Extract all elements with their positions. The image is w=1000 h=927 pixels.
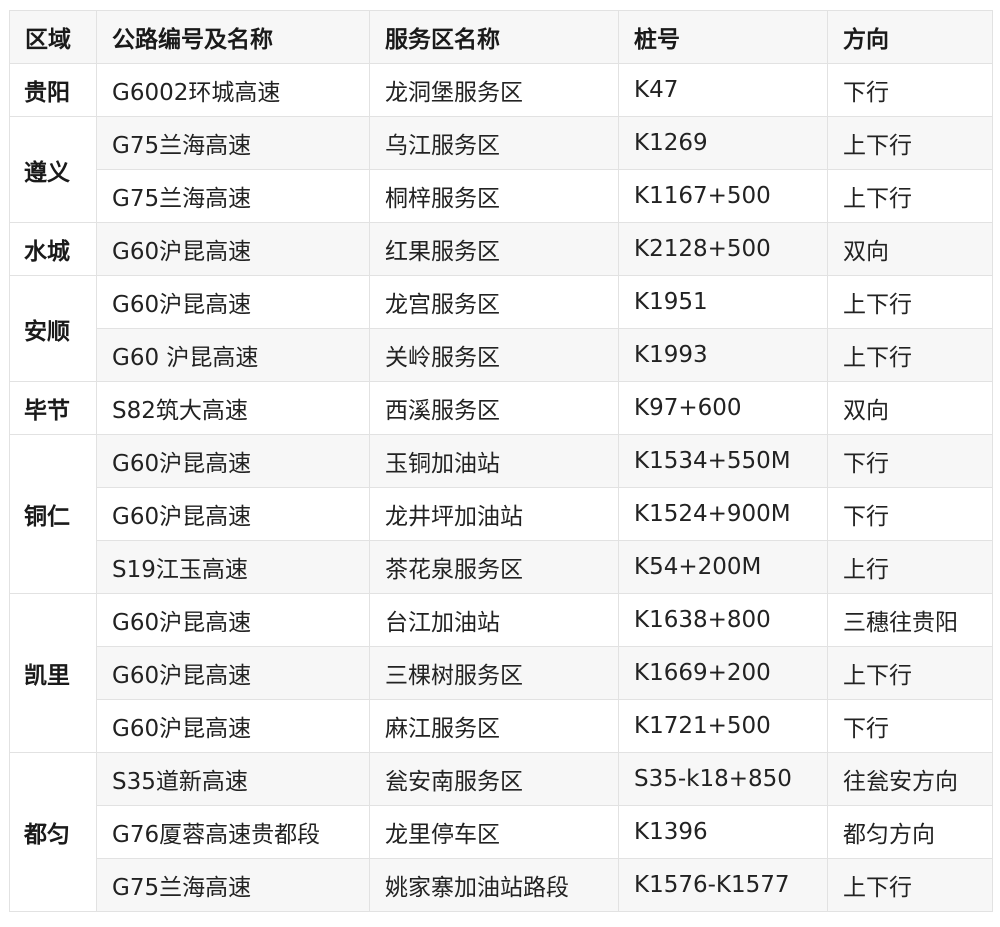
table-row: 水城 G60沪昆高速 红果服务区 K2128+500 双向 [9,222,993,276]
table-row: G60沪昆高速 龙井坪加油站 K1524+900M 下行 [10,487,993,541]
table-row: 遵义 G75兰海高速 乌江服务区 K1269 上下行 [9,116,993,223]
service-area-cell: 玉铜加油站 [369,434,619,488]
header-row: 区域 公路编号及名称 服务区名称 桩号 方向 [9,10,993,64]
highway-cell: G6002环城高速 [96,63,370,117]
header-region: 区域 [9,10,97,64]
highway-cell: G75兰海高速 [96,169,370,223]
region-cell: 凯里 [9,593,97,753]
highway-cell: G60沪昆高速 [96,434,370,488]
service-area-cell: 龙宫服务区 [369,275,619,329]
service-area-cell: 西溪服务区 [369,381,619,435]
stake-cell: K1269 [618,116,828,170]
stake-cell: K1524+900M [618,487,828,541]
stake-cell: K1721+500 [618,699,828,753]
region-cell: 安顺 [9,275,97,382]
highway-cell: G75兰海高速 [96,858,370,912]
stake-cell: K1669+200 [618,646,828,700]
table-header: 区域 公路编号及名称 服务区名称 桩号 方向 [9,10,993,64]
header-stake: 桩号 [618,10,828,64]
service-area-cell: 茶花泉服务区 [369,540,619,594]
table-row: G76厦蓉高速贵都段 龙里停车区 K1396 都匀方向 [10,805,993,859]
direction-cell: 往瓮安方向 [827,752,993,806]
table-row: G75兰海高速 桐梓服务区 K1167+500 上下行 [10,169,993,223]
service-area-cell: 关岭服务区 [369,328,619,382]
region-cell: 贵阳 [9,63,97,117]
direction-cell: 上下行 [827,116,993,170]
service-area-cell: 姚家寨加油站路段 [369,858,619,912]
highway-cell: S82筑大高速 [96,381,370,435]
service-area-cell: 桐梓服务区 [369,169,619,223]
stake-cell: K97+600 [618,381,828,435]
service-area-cell: 麻江服务区 [369,699,619,753]
highway-cell: S35道新高速 [96,752,370,806]
header-direction: 方向 [827,10,993,64]
service-area-cell: 龙洞堡服务区 [369,63,619,117]
region-cell: 都匀 [9,752,97,912]
table-row: S19江玉高速 茶花泉服务区 K54+200M 上行 [10,540,993,594]
stake-cell: K1396 [618,805,828,859]
direction-cell: 下行 [827,487,993,541]
direction-cell: 三穗往贵阳 [827,593,993,647]
stake-cell: K1576-K1577 [618,858,828,912]
highway-cell: G60沪昆高速 [96,275,370,329]
highway-cell: G60沪昆高速 [96,699,370,753]
header-highway: 公路编号及名称 [96,10,370,64]
direction-cell: 都匀方向 [827,805,993,859]
table-row: 安顺 G60沪昆高速 龙宫服务区 K1951 上下行 [9,275,993,382]
table-row: 贵阳 G6002环城高速 龙洞堡服务区 K47 下行 [9,63,993,117]
table-row: G60沪昆高速 麻江服务区 K1721+500 下行 [10,699,993,753]
highway-cell: G60 沪昆高速 [96,328,370,382]
direction-cell: 上下行 [827,275,993,329]
stake-cell: K1167+500 [618,169,828,223]
highway-cell: G60沪昆高速 [96,487,370,541]
direction-cell: 上下行 [827,858,993,912]
stake-cell: K47 [618,63,828,117]
highway-cell: G60沪昆高速 [96,646,370,700]
highway-cell: G75兰海高速 [96,116,370,170]
stake-cell: K1638+800 [618,593,828,647]
stake-cell: K1534+550M [618,434,828,488]
direction-cell: 双向 [827,222,993,276]
stake-cell: K54+200M [618,540,828,594]
service-area-cell: 红果服务区 [369,222,619,276]
region-cell: 遵义 [9,116,97,223]
table-row: 都匀 S35道新高速 瓮安南服务区 S35-k18+850 往瓮安方向 [9,752,993,912]
service-area-cell: 三棵树服务区 [369,646,619,700]
table-row: G60沪昆高速 三棵树服务区 K1669+200 上下行 [10,646,993,700]
table-row: 毕节 S82筑大高速 西溪服务区 K97+600 双向 [9,381,993,435]
highway-cell: G60沪昆高速 [96,593,370,647]
service-area-cell: 台江加油站 [369,593,619,647]
header-service-area: 服务区名称 [369,10,619,64]
service-area-table: 区域 公路编号及名称 服务区名称 桩号 方向 贵阳 G6002环城高速 龙洞堡服务区… [9,10,993,912]
service-area-cell: 龙井坪加油站 [369,487,619,541]
direction-cell: 下行 [827,699,993,753]
table-row: 凯里 G60沪昆高速 台江加油站 K1638+800 三穗往贵阳 [9,593,993,753]
highway-cell: S19江玉高速 [96,540,370,594]
direction-cell: 下行 [827,63,993,117]
stake-cell: S35-k18+850 [618,752,828,806]
stake-cell: K2128+500 [618,222,828,276]
region-cell: 铜仁 [9,434,97,594]
direction-cell: 上下行 [827,328,993,382]
stake-cell: K1951 [618,275,828,329]
service-area-cell: 乌江服务区 [369,116,619,170]
stake-cell: K1993 [618,328,828,382]
direction-cell: 上行 [827,540,993,594]
table-row: G75兰海高速 姚家寨加油站路段 K1576-K1577 上下行 [10,858,993,912]
direction-cell: 上下行 [827,646,993,700]
table-body: 贵阳 G6002环城高速 龙洞堡服务区 K47 下行 遵义 G75兰海高速 乌江服务区 K126… [9,63,993,912]
service-area-cell: 龙里停车区 [369,805,619,859]
direction-cell: 上下行 [827,169,993,223]
region-cell: 水城 [9,222,97,276]
direction-cell: 双向 [827,381,993,435]
table-row: G60 沪昆高速 关岭服务区 K1993 上下行 [10,328,993,382]
region-cell: 毕节 [9,381,97,435]
table-row: 铜仁 G60沪昆高速 玉铜加油站 K1534+550M 下行 [9,434,993,594]
highway-cell: G76厦蓉高速贵都段 [96,805,370,859]
direction-cell: 下行 [827,434,993,488]
service-area-cell: 瓮安南服务区 [369,752,619,806]
highway-cell: G60沪昆高速 [96,222,370,276]
